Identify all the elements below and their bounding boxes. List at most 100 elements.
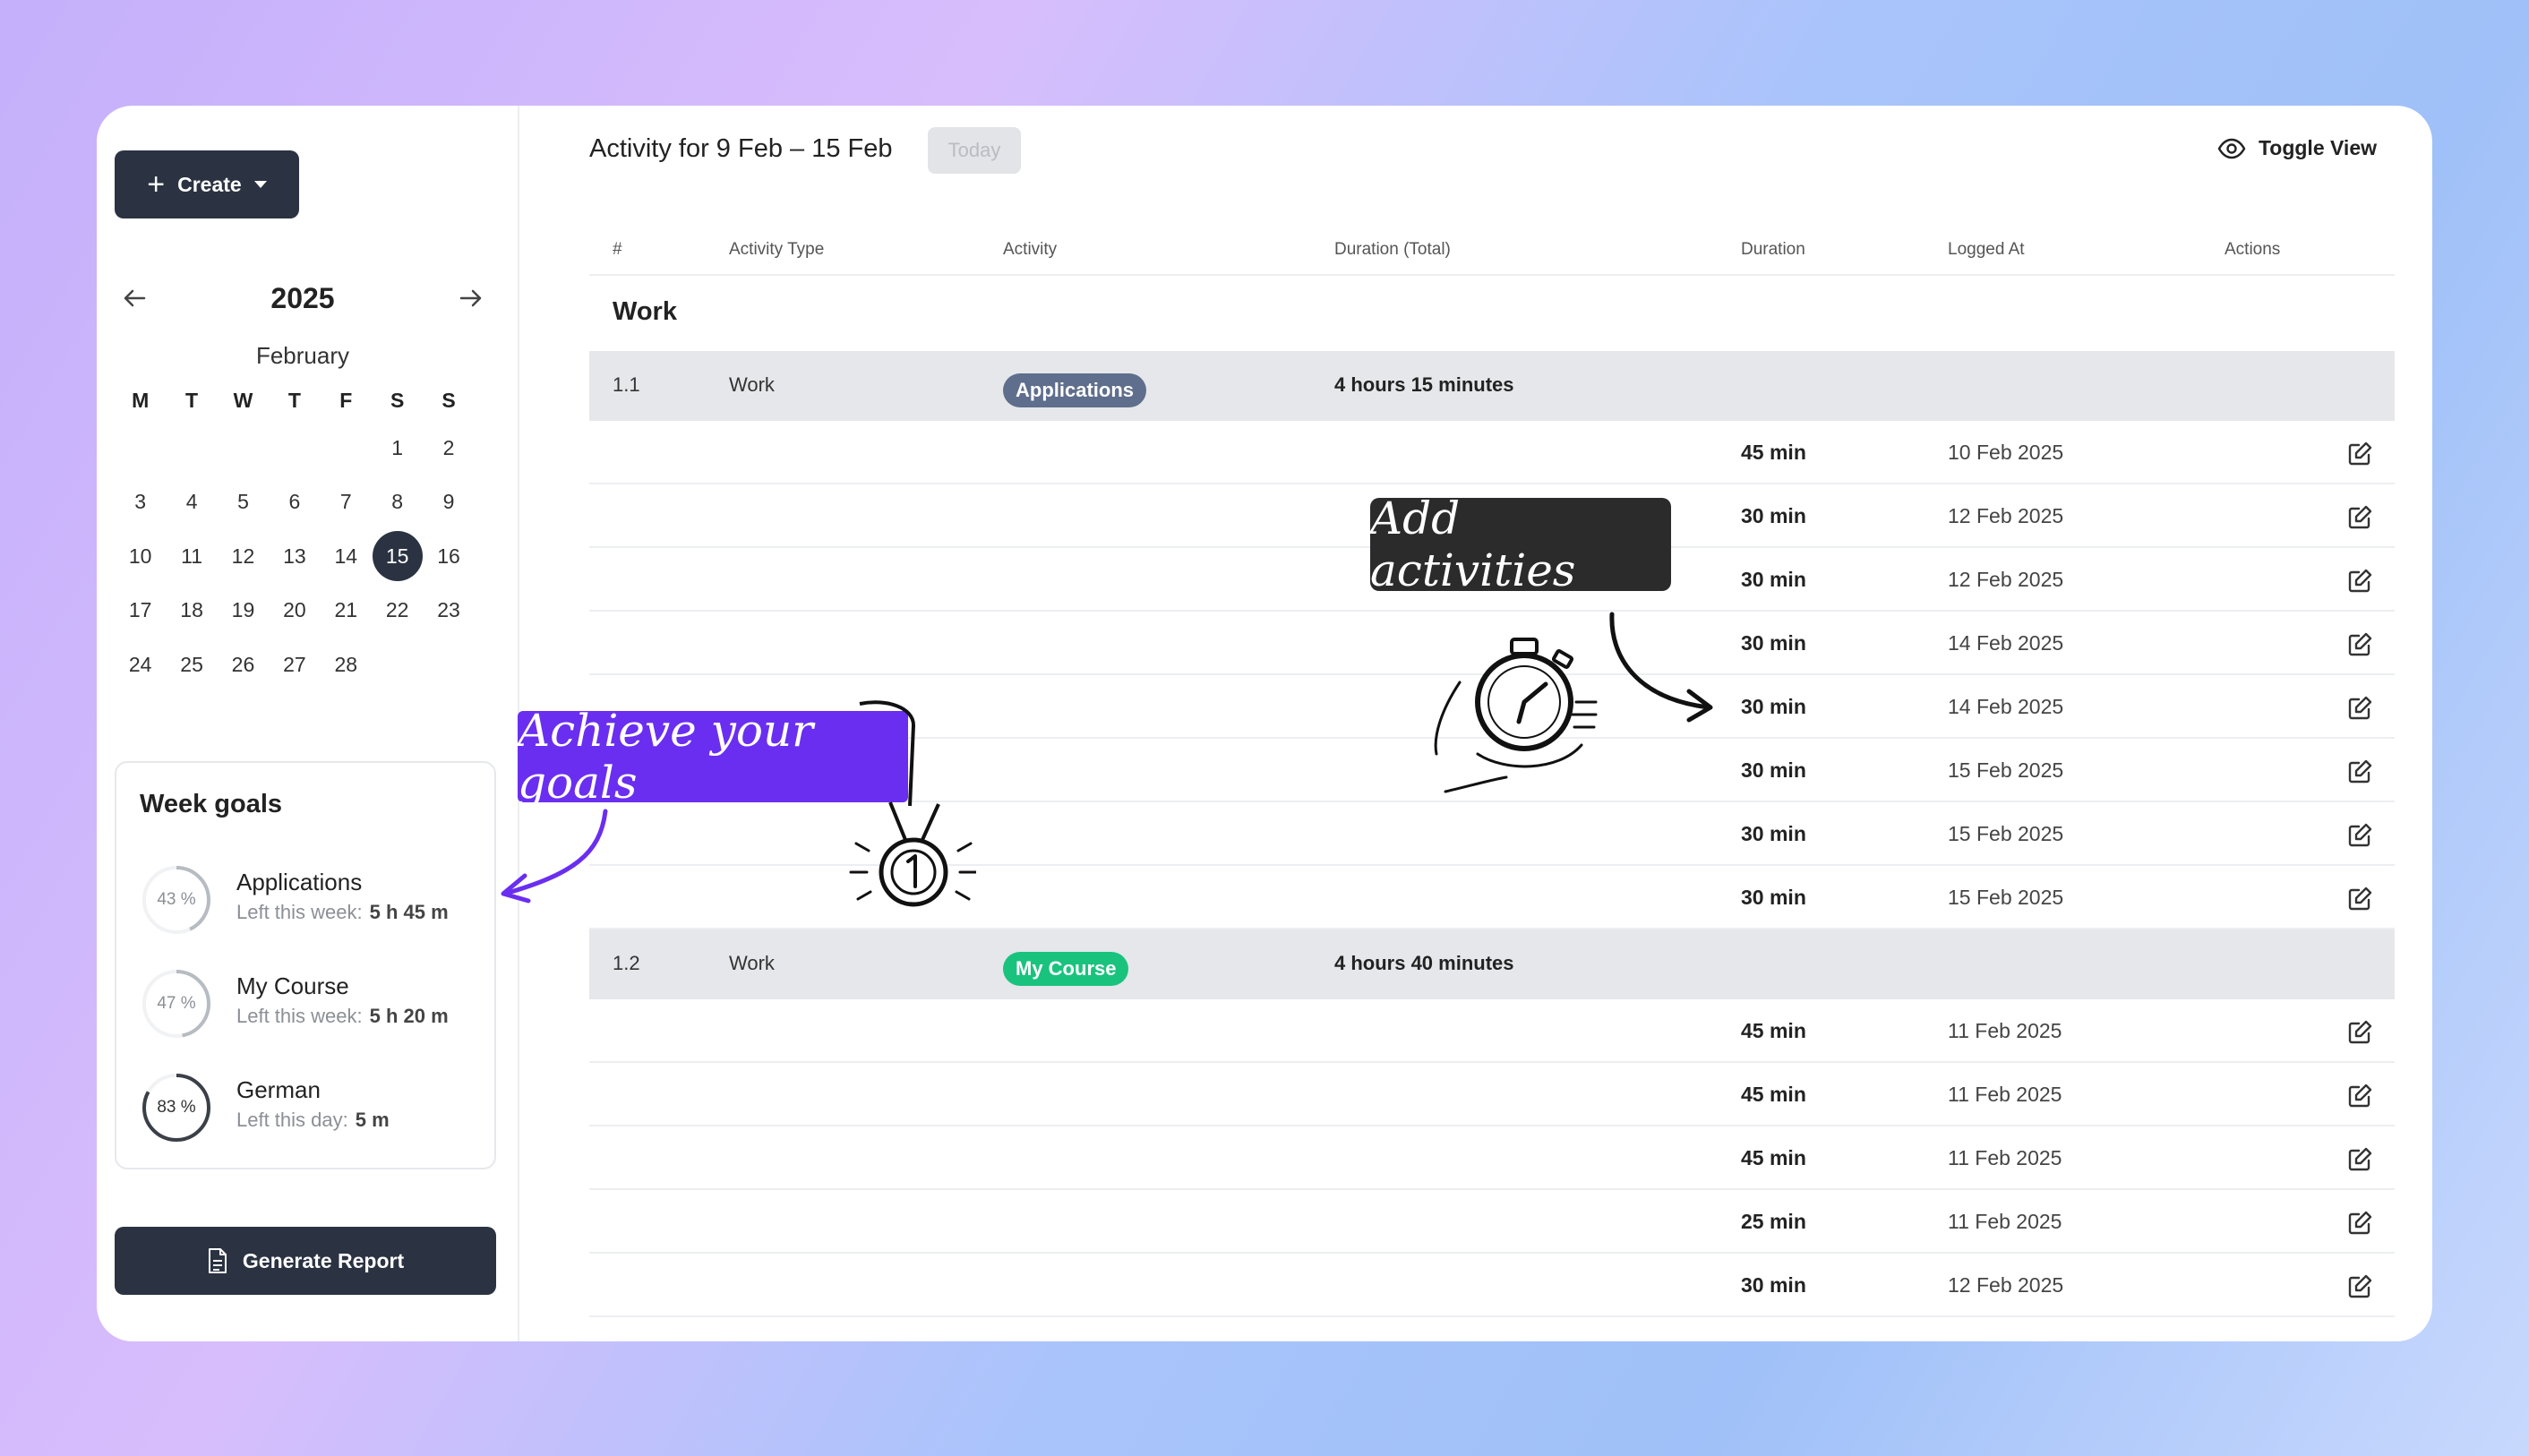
- edit-icon[interactable]: [2346, 504, 2373, 531]
- edit-icon[interactable]: [2346, 1210, 2373, 1237]
- calendar-day[interactable]: 15: [372, 531, 423, 582]
- entry-logged-at: 15 Feb 2025: [1948, 886, 2064, 909]
- goal-remaining-label: Left this week:: [236, 1005, 363, 1027]
- header-num: #: [613, 240, 622, 259]
- goal-item[interactable]: 43 % Applications Left this week: 5 h 45 m: [140, 860, 489, 940]
- calendar-day[interactable]: 19: [218, 587, 269, 635]
- weekday-label: T: [185, 388, 199, 412]
- calendar-month: February: [255, 342, 350, 369]
- edit-icon[interactable]: [2346, 1146, 2373, 1173]
- goal-item[interactable]: 47 % My Course Left this week: 5 h 20 m: [140, 964, 489, 1044]
- calendar-day[interactable]: 10: [115, 532, 166, 580]
- generate-report-button[interactable]: Generate Report: [115, 1227, 496, 1295]
- goal-item[interactable]: 83 % German Left this day: 5 m: [140, 1067, 489, 1148]
- next-year-arrow-icon[interactable]: [451, 278, 491, 318]
- toggle-view-button[interactable]: Toggle View: [2217, 136, 2377, 160]
- toggle-view-label: Toggle View: [2258, 136, 2377, 159]
- category-row[interactable]: 1.2 Work My Course 4 hours 40 minutes: [589, 929, 2395, 999]
- calendar-day[interactable]: 20: [269, 587, 320, 635]
- entry-logged-at: 15 Feb 2025: [1948, 758, 2064, 782]
- header-duration-total: Duration (Total): [1334, 240, 1451, 259]
- calendar-day[interactable]: 23: [423, 587, 474, 635]
- entry-duration: 30 min: [1741, 568, 1806, 591]
- add-activities-callout: Add activities: [1370, 492, 1671, 596]
- calendar-day[interactable]: 8: [372, 478, 423, 527]
- edit-icon[interactable]: [2346, 822, 2373, 849]
- calendar-day[interactable]: 5: [218, 478, 269, 527]
- calendar-day[interactable]: 7: [321, 478, 372, 527]
- calendar-day[interactable]: 24: [115, 640, 166, 689]
- calendar-day[interactable]: 12: [218, 532, 269, 580]
- calendar-grid: M T W T F S S 1 2 3 4 5 6 7 8 9 10 11 12 13 14 15 16 17 18 19 20 21…: [115, 376, 475, 692]
- calendar-day[interactable]: 1: [372, 424, 423, 472]
- calendar-day[interactable]: 6: [269, 478, 320, 527]
- generate-report-label: Generate Report: [242, 1248, 405, 1272]
- calendar-day[interactable]: 27: [269, 640, 320, 689]
- weekday-label: F: [339, 388, 353, 412]
- edit-icon[interactable]: [2346, 758, 2373, 785]
- today-button[interactable]: Today: [928, 127, 1021, 174]
- edit-icon[interactable]: [2346, 568, 2373, 595]
- entry-duration: 30 min: [1741, 758, 1806, 782]
- calendar-day[interactable]: 14: [321, 532, 372, 580]
- goal-name: German: [236, 1076, 321, 1103]
- calendar-empty-cell: [423, 640, 474, 689]
- weekday-label: T: [287, 388, 301, 412]
- entry-duration: 45 min: [1741, 1019, 1806, 1042]
- goal-remaining-value: 5 h 45 m: [369, 901, 449, 923]
- page-title: Activity for 9 Feb – 15 Feb: [589, 134, 893, 163]
- calendar-day[interactable]: 11: [166, 532, 217, 580]
- table-row: 30 min 12 Feb 2025: [589, 1254, 2395, 1317]
- goal-percent: 43 %: [157, 890, 196, 909]
- weekday-label: M: [132, 388, 150, 412]
- prev-year-arrow-icon[interactable]: [115, 278, 154, 318]
- document-icon: [208, 1248, 227, 1273]
- entry-logged-at: 12 Feb 2025: [1948, 568, 2064, 591]
- stopwatch-illustration-icon: [1434, 612, 1713, 793]
- create-button[interactable]: + Create: [115, 150, 299, 218]
- entry-duration: 30 min: [1741, 886, 1806, 909]
- table-row: 45 min 11 Feb 2025: [589, 999, 2395, 1063]
- calendar-day[interactable]: 26: [218, 640, 269, 689]
- edit-icon[interactable]: [2346, 1273, 2373, 1300]
- table-row: 45 min 11 Feb 2025: [589, 1063, 2395, 1126]
- calendar-empty-cell: [218, 424, 269, 472]
- edit-icon[interactable]: [2346, 441, 2373, 467]
- activity-pill[interactable]: My Course: [1003, 952, 1129, 986]
- calendar-day[interactable]: 25: [166, 640, 217, 689]
- calendar-day[interactable]: 9: [423, 478, 474, 527]
- calendar-day[interactable]: 18: [166, 587, 217, 635]
- edit-icon[interactable]: [2346, 631, 2373, 658]
- year-navigator: 2025: [115, 276, 491, 321]
- edit-icon[interactable]: [2346, 1083, 2373, 1109]
- edit-icon[interactable]: [2346, 695, 2373, 722]
- category-row[interactable]: 1.1 Work Applications 4 hours 15 minutes: [589, 351, 2395, 421]
- activity-pill[interactable]: Applications: [1003, 373, 1147, 407]
- calendar-day[interactable]: 17: [115, 587, 166, 635]
- calendar-day[interactable]: 4: [166, 478, 217, 527]
- goal-remaining-value: 5 h 20 m: [369, 1005, 449, 1027]
- goal-remaining: Left this week: 5 h 45 m: [236, 901, 449, 924]
- calendar-empty-cell: [321, 424, 372, 472]
- calendar-day[interactable]: 2: [423, 424, 474, 472]
- calendar-day[interactable]: 28: [321, 640, 372, 689]
- entry-logged-at: 12 Feb 2025: [1948, 1273, 2064, 1297]
- calendar-day[interactable]: 3: [115, 478, 166, 527]
- calendar-day[interactable]: 13: [269, 532, 320, 580]
- edit-icon[interactable]: [2346, 1019, 2373, 1046]
- header-duration: Duration: [1741, 240, 1805, 259]
- calendar-day[interactable]: 16: [423, 532, 474, 580]
- goal-remaining-label: Left this day:: [236, 1109, 348, 1131]
- weekday-header: MTWTFSS: [115, 376, 475, 421]
- sidebar: + Create 2025 February MTWTFSS1234567891…: [97, 106, 519, 1341]
- entry-logged-at: 11 Feb 2025: [1948, 1019, 2062, 1042]
- goal-remaining: Left this day: 5 m: [236, 1109, 390, 1132]
- table-row: 45 min 10 Feb 2025: [589, 421, 2395, 484]
- entry-logged-at: 10 Feb 2025: [1948, 441, 2064, 464]
- goal-name: Applications: [236, 869, 363, 895]
- entry-duration: 30 min: [1741, 695, 1806, 718]
- header-logged-at: Logged At: [1948, 240, 2025, 259]
- calendar-day[interactable]: 22: [372, 587, 423, 635]
- calendar-day[interactable]: 21: [321, 587, 372, 635]
- edit-icon[interactable]: [2346, 886, 2373, 912]
